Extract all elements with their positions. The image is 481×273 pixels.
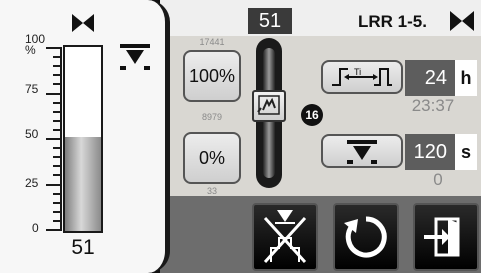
timer-unit: h	[455, 60, 477, 96]
timer-value[interactable]: 24	[405, 60, 455, 96]
timer-button[interactable]: Ti	[321, 60, 403, 94]
alarm-delay-button[interactable]	[321, 134, 403, 168]
screen: 100% 75 50 25 0 51 51 LRR 1-5. 17441 100…	[0, 0, 481, 273]
svg-text:Ti: Ti	[354, 67, 361, 77]
valve-icon	[72, 14, 94, 32]
pulse-timer-icon: Ti	[332, 67, 392, 86]
refresh-icon	[344, 216, 387, 258]
bottom-raw-value: 33	[206, 186, 217, 196]
valve-disabled-icon	[263, 210, 307, 264]
top-raw-below-value: 8979	[201, 112, 223, 122]
set-100-button[interactable]: 100%	[183, 50, 241, 102]
exit-door-icon	[424, 217, 460, 257]
disable-alarm-button[interactable]	[252, 203, 318, 271]
delay-unit: s	[455, 134, 477, 170]
level-bar-fill	[65, 137, 101, 231]
slider-handle[interactable]	[252, 90, 286, 122]
valve-icon	[450, 11, 474, 31]
timer-elapsed: 23:37	[411, 96, 455, 115]
setpoint-display[interactable]: 51	[248, 8, 292, 34]
level-bar	[63, 45, 103, 233]
refresh-button[interactable]	[333, 203, 399, 271]
delay-value[interactable]: 120	[405, 134, 455, 170]
exit-button[interactable]	[413, 203, 479, 271]
header-bar	[160, 0, 481, 36]
manual-hand-icon	[257, 95, 280, 115]
scale-0-label: 0	[32, 221, 39, 235]
step-badge: 16	[301, 104, 323, 126]
level-panel: 100% 75 50 25 0 51	[0, 0, 170, 273]
scale-axis	[60, 47, 62, 229]
scale-75-label: 75	[25, 82, 39, 96]
set-0-button[interactable]: 0%	[183, 132, 241, 184]
major-tick	[46, 229, 62, 231]
delay-count: 0	[433, 170, 443, 189]
low-level-alarm-icon	[347, 140, 377, 164]
scale-50-label: 50	[25, 127, 39, 141]
scale-100-label: 100%	[25, 32, 46, 57]
top-raw-value: 17441	[199, 37, 225, 47]
scale-25-label: 25	[25, 176, 39, 190]
level-value: 51	[71, 236, 95, 259]
page-title: LRR 1-5.	[358, 12, 427, 31]
low-level-alarm-icon	[120, 44, 150, 70]
